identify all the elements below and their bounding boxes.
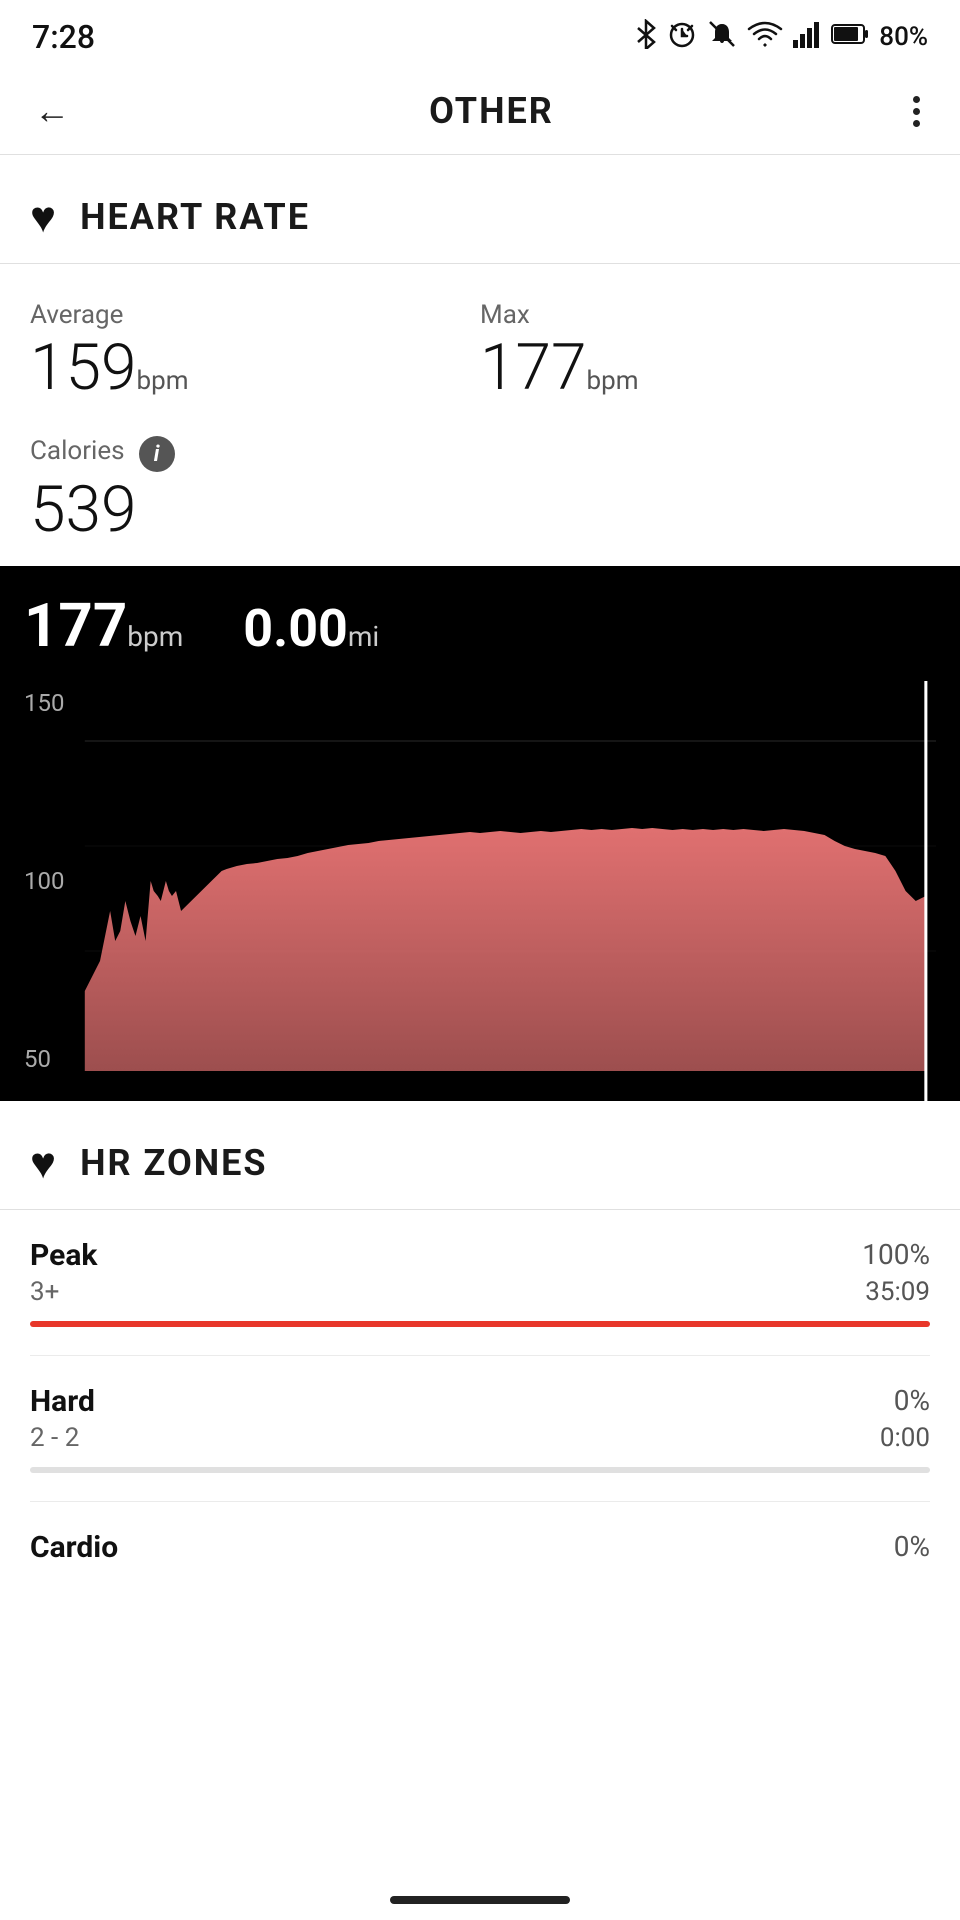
back-button[interactable]: ← — [24, 86, 80, 136]
signal-icon — [793, 20, 821, 55]
heart-rate-stats: Average 159bpm Max 177bpm Calories i 539 — [0, 264, 960, 566]
calories-label: Calories — [30, 436, 125, 466]
max-unit: bpm — [587, 366, 639, 396]
chart-overlay: 177bpm 0.00mi — [24, 590, 936, 661]
calories-info-icon[interactable]: i — [139, 436, 175, 472]
dot3 — [913, 120, 920, 127]
hr-zones-title: HR ZONES — [80, 1142, 267, 1184]
heart-icon: ♥ — [30, 191, 56, 243]
bluetooth-icon — [635, 19, 657, 56]
mute-icon — [707, 19, 737, 56]
heart-rate-title: HEART RATE — [80, 196, 310, 238]
hr-zones-section: ♥ HR ZONES Peak 100% 3+ 35:09 Hard 0% 2 … — [0, 1101, 960, 1565]
zones-heart-icon: ♥ — [30, 1137, 56, 1189]
chart-y-labels: 150 100 50 — [24, 681, 64, 1101]
dot2 — [913, 108, 920, 115]
zone-hard-pct: 0% — [894, 1384, 930, 1417]
zone-cardio-pct: 0% — [894, 1530, 930, 1563]
zone-peak-time: 35:09 — [865, 1277, 930, 1307]
max-value: 177bpm — [480, 336, 930, 400]
more-menu-button[interactable] — [903, 92, 930, 131]
heart-rate-chart[interactable]: 150 100 50 — [24, 681, 936, 1101]
hr-zones-header: ♥ HR ZONES — [0, 1101, 960, 1210]
calories-stat: Calories i 539 — [30, 436, 930, 542]
average-value: 159bpm — [30, 336, 480, 400]
zone-peak-bar — [30, 1321, 930, 1327]
max-label: Max — [480, 300, 930, 330]
top-nav: ← OTHER — [0, 68, 960, 155]
heart-rate-chart-panel[interactable]: 177bpm 0.00mi 150 100 50 — [0, 566, 960, 1101]
zone-hard-time: 0:00 — [880, 1423, 930, 1453]
dot1 — [913, 96, 920, 103]
zone-cardio-name: Cardio — [30, 1530, 118, 1565]
zone-hard-range: 2 - 2 — [30, 1423, 79, 1453]
y-label-100: 100 — [24, 869, 64, 893]
cursor-arrow — [908, 681, 936, 685]
home-indicator — [0, 1872, 960, 1920]
average-stat: Average 159bpm — [30, 300, 480, 400]
zone-hard-name: Hard — [30, 1384, 95, 1419]
battery-pct: 80% — [879, 22, 928, 52]
max-stat: Max 177bpm — [480, 300, 930, 400]
alarm-icon — [667, 19, 697, 56]
y-label-50: 50 — [24, 1047, 64, 1071]
zone-peak-name: Peak — [30, 1238, 97, 1273]
chart-svg — [24, 681, 936, 1101]
zone-peak: Peak 100% 3+ 35:09 — [0, 1210, 960, 1327]
y-label-150: 150 — [24, 691, 64, 715]
zone-hard-bar — [30, 1467, 930, 1473]
average-unit: bpm — [137, 366, 189, 396]
heart-rate-section-header: ♥ HEART RATE — [0, 155, 960, 264]
status-time: 7:28 — [32, 18, 95, 56]
page-title: OTHER — [429, 90, 554, 132]
status-icons: 80% — [635, 19, 928, 56]
bottom-spacer — [0, 1569, 960, 1649]
chart-dist-display: 0.00mi — [243, 598, 379, 659]
zone-hard: Hard 0% 2 - 2 0:00 — [0, 1356, 960, 1473]
average-label: Average — [30, 300, 480, 330]
chart-bpm-display: 177bpm — [24, 590, 183, 661]
zone-peak-range: 3+ — [30, 1277, 59, 1307]
zone-peak-pct: 100% — [862, 1238, 930, 1271]
battery-icon — [831, 22, 869, 52]
home-bar — [390, 1896, 570, 1904]
calories-value: 539 — [30, 478, 930, 542]
status-bar: 7:28 — [0, 0, 960, 68]
zone-cardio: Cardio 0% — [0, 1502, 960, 1565]
wifi-icon — [747, 21, 783, 54]
